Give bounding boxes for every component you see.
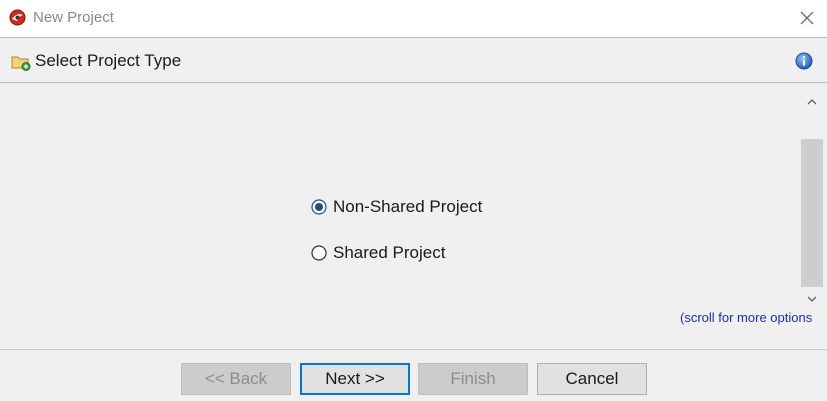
chevron-up-icon bbox=[807, 98, 817, 104]
option-label: Shared Project bbox=[333, 243, 446, 262]
title-bar: New Project bbox=[0, 0, 827, 37]
option-shared-project[interactable]: Shared Project bbox=[311, 242, 445, 264]
chevron-down-icon bbox=[807, 296, 817, 302]
close-icon bbox=[800, 11, 814, 25]
option-non-shared-project[interactable]: Non-Shared Project bbox=[311, 196, 482, 218]
finish-button[interactable]: Finish bbox=[418, 363, 528, 395]
scroll-hint-text: (scroll for more options bbox=[680, 310, 813, 325]
back-button[interactable]: << Back bbox=[181, 363, 291, 395]
option-label: Non-Shared Project bbox=[333, 197, 483, 216]
radio-unselected-icon[interactable] bbox=[311, 245, 327, 261]
scroll-up-button[interactable] bbox=[801, 91, 823, 111]
info-icon[interactable] bbox=[795, 52, 813, 70]
next-button[interactable]: Next >> bbox=[300, 363, 410, 395]
app-logo-icon bbox=[9, 9, 26, 26]
vertical-scrollbar[interactable] bbox=[801, 91, 823, 309]
scroll-thumb[interactable] bbox=[801, 139, 823, 287]
close-button[interactable] bbox=[793, 4, 821, 32]
window-title: New Project bbox=[33, 9, 114, 26]
page-title: Select Project Type bbox=[35, 51, 182, 70]
new-folder-icon bbox=[11, 56, 31, 71]
radio-selected-icon[interactable] bbox=[311, 199, 327, 215]
scroll-down-button[interactable] bbox=[801, 289, 823, 309]
cancel-button[interactable]: Cancel bbox=[537, 363, 647, 395]
button-bar: << Back Next >> Finish Cancel bbox=[0, 349, 827, 401]
new-project-dialog: New Project Select Project Type Non-Shar… bbox=[0, 0, 827, 401]
page-header: Select Project Type bbox=[0, 37, 827, 83]
options-panel: Non-Shared Project Shared Project (scrol… bbox=[0, 83, 827, 349]
